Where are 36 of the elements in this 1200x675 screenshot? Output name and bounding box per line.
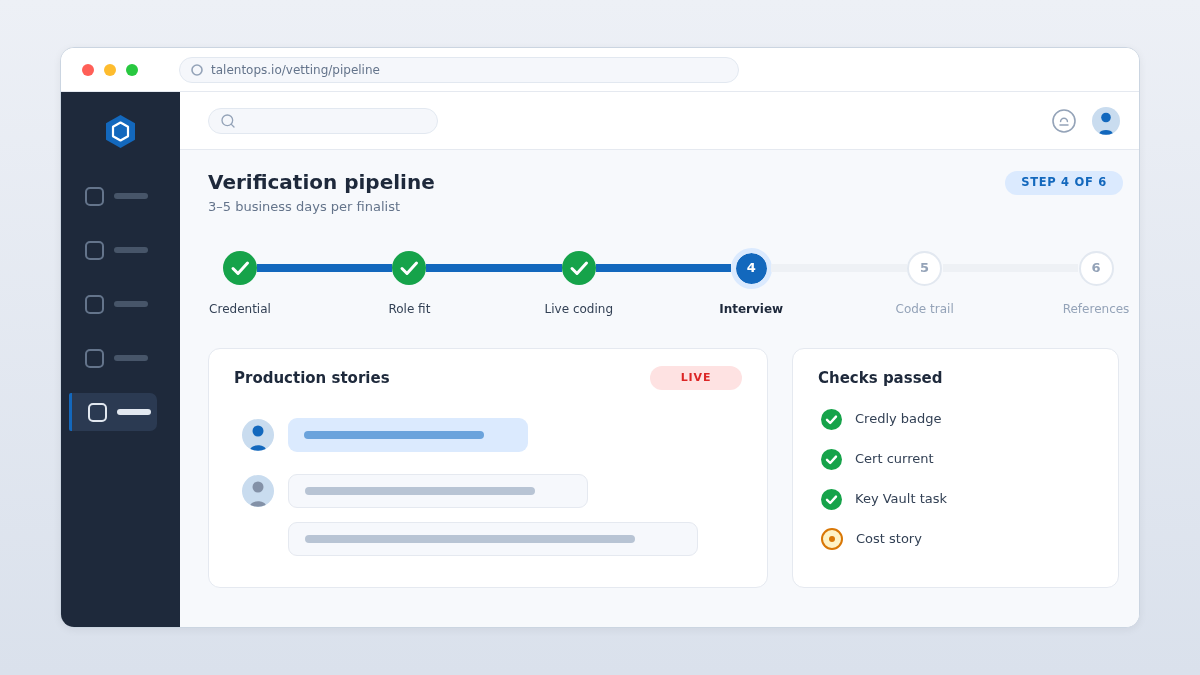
close-window-icon[interactable]: [82, 63, 94, 76]
maximize-window-icon[interactable]: [126, 63, 138, 76]
step-number: 5: [907, 250, 943, 286]
step-label: Credential: [209, 301, 271, 317]
address-bar[interactable]: talentops.io/vetting/pipeline: [179, 56, 739, 83]
nav-item[interactable]: [69, 393, 157, 431]
placeholder-bar: [114, 193, 148, 199]
check-label: Credly badge: [855, 410, 942, 429]
card-title: Production stories: [234, 367, 390, 389]
placeholder-bar: [114, 301, 148, 307]
page-title: Verification pipeline: [208, 170, 435, 194]
step-number: 6: [1078, 250, 1114, 286]
placeholder-bar: [114, 247, 148, 253]
live-badge: LIVE: [650, 366, 742, 390]
minimize-window-icon[interactable]: [104, 63, 116, 76]
placeholder-bar: [117, 409, 151, 415]
step-count-badge: STEP 4 OF 6: [1005, 171, 1123, 195]
search-icon: [220, 112, 236, 129]
placeholder-bar: [114, 355, 148, 361]
url-text: talentops.io/vetting/pipeline: [211, 61, 380, 79]
check-label: Cost story: [856, 530, 922, 549]
card-title: Checks passed: [818, 367, 943, 389]
step-label: Code trail: [895, 301, 954, 317]
hexagon-logo-icon: [106, 115, 135, 148]
check-label: Cert current: [855, 450, 934, 469]
user-avatar-icon: [1092, 106, 1120, 135]
step-label: Role fit: [388, 301, 431, 317]
check-label: Key Vault task: [855, 490, 947, 509]
step-number: 4: [730, 247, 772, 289]
step-label: Interview: [719, 301, 784, 317]
step-label: Live coding: [544, 301, 614, 317]
page-subtitle: 3–5 business days per finalist: [208, 199, 401, 215]
circle-arch-icon[interactable]: [1052, 108, 1076, 133]
search-field[interactable]: [208, 107, 438, 134]
step-label: References: [1062, 301, 1130, 317]
circle-icon: [191, 63, 203, 76]
